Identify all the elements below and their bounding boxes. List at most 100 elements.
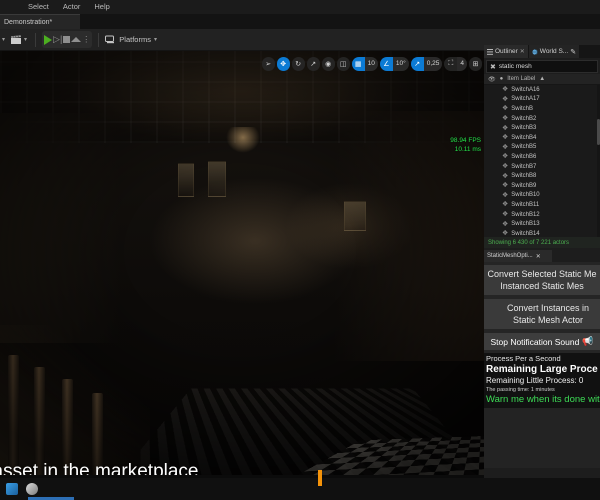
maximize-viewport-icon[interactable]: ⊞ xyxy=(469,56,482,71)
outliner-row[interactable]: ❖ SwitchB6 xyxy=(484,152,600,162)
editor-window: Select Actor Help Demonstration* ▾ ▾ ▷| xyxy=(0,0,600,500)
outliner-row-label: SwitchB xyxy=(511,105,533,112)
unreal-engine-icon[interactable] xyxy=(26,483,38,495)
stop-notification-label: Stop Notification Sound xyxy=(490,336,580,347)
menu-item-actor[interactable]: Actor xyxy=(63,0,81,14)
rotate-tool-icon[interactable]: ↻ xyxy=(291,56,305,71)
camera-speed-value[interactable]: 4 xyxy=(457,56,467,71)
outliner-row-label: SwitchB12 xyxy=(511,211,540,218)
level-viewport[interactable]: ➢ ✥ ↻ ↗ ◉ ◫ ▦ 10 ∠ 10° ↗ 0,25 ⛶ 4 ⊞ 98.9… xyxy=(0,51,484,475)
play-button[interactable] xyxy=(44,34,53,45)
outliner-row[interactable]: ❖ SwitchB xyxy=(484,104,600,114)
frametime-value: 10.11 ms xyxy=(454,146,481,153)
outliner-row[interactable]: ❖ SwitchB5 xyxy=(484,143,600,153)
static-mesh-icon: ❖ xyxy=(502,201,509,209)
outliner-row[interactable]: ❖ SwitchB7 xyxy=(484,162,600,172)
static-mesh-icon: ❖ xyxy=(502,211,509,219)
close-icon[interactable]: ✕ xyxy=(520,48,525,55)
tab-static-mesh-optimizer[interactable]: StaticMeshOpti... ✕ xyxy=(484,250,552,262)
move-tool-icon[interactable]: ✥ xyxy=(276,56,290,71)
static-mesh-panel-body: Convert Selected Static Me Instanced Sta… xyxy=(484,262,600,468)
static-mesh-icon: ❖ xyxy=(502,230,509,237)
menu-item-select[interactable]: Select xyxy=(28,0,49,14)
convert-to-instanced-button[interactable]: Convert Selected Static Me Instanced Sta… xyxy=(484,265,600,295)
scale-snap-icon[interactable]: ↗ xyxy=(410,56,424,71)
outliner-row-label: SwitchB5 xyxy=(511,144,537,151)
outliner-tree[interactable]: ❖ SwitchA16 ❖ SwitchA17 ❖ SwitchB ❖ SwitchB2 ❖ Sw… xyxy=(484,85,600,237)
angle-snap-value[interactable]: 10° xyxy=(392,56,409,71)
outliner-row[interactable]: ❖ SwitchB12 xyxy=(484,210,600,220)
tab-world-settings-label: World S... xyxy=(539,48,569,55)
outliner-column-header: 👁 ● Item Label ▲ xyxy=(484,74,600,85)
convert-to-actors-button[interactable]: Convert Instances in Static Mesh Actor xyxy=(484,299,600,329)
outliner-row-label: SwitchB4 xyxy=(511,134,537,141)
menu-bar: Select Actor Help xyxy=(0,0,600,14)
outliner-row-label: SwitchA17 xyxy=(511,96,540,103)
stop-notification-sound-button[interactable]: Stop Notification Sound 📢 xyxy=(484,333,600,350)
platform-icon xyxy=(105,35,115,44)
coordinate-system-icon[interactable]: ◉ xyxy=(321,56,335,71)
static-mesh-icon: ❖ xyxy=(502,124,509,132)
outliner-row[interactable]: ❖ SwitchB14 xyxy=(484,229,600,237)
sort-ascending-icon[interactable]: ▲ xyxy=(539,76,545,82)
play-options-button[interactable]: ⋮ xyxy=(82,35,90,44)
fps-value: 98.94 FPS xyxy=(450,137,481,144)
static-mesh-icon: ❖ xyxy=(502,115,509,123)
eye-icon[interactable]: 👁 xyxy=(488,76,496,83)
close-icon-static-mesh[interactable]: ✕ xyxy=(536,253,541,260)
outliner-row[interactable]: ❖ SwitchB13 xyxy=(484,219,600,229)
grid-snap-icon[interactable]: ▦ xyxy=(351,56,365,71)
surface-snap-icon[interactable]: ◫ xyxy=(336,56,350,71)
outliner-row-label: SwitchB2 xyxy=(511,115,537,122)
level-tab-label: Demonstration* xyxy=(4,18,53,26)
outliner-row[interactable]: ❖ SwitchB11 xyxy=(484,200,600,210)
tab-static-mesh-label: StaticMeshOpti... xyxy=(487,253,533,259)
panel-empty-area xyxy=(484,408,600,468)
tab-world-settings[interactable]: World S... ✎ xyxy=(528,45,581,58)
tab-outliner[interactable]: Outliner ✕ xyxy=(484,45,529,58)
scale-tool-icon[interactable]: ↗ xyxy=(306,56,320,71)
static-mesh-icon: ❖ xyxy=(502,105,509,113)
angle-snap-icon[interactable]: ∠ xyxy=(379,56,393,71)
search-input[interactable] xyxy=(498,63,591,70)
pin-icon[interactable]: ● xyxy=(500,76,504,82)
static-mesh-icon: ❖ xyxy=(502,153,509,161)
platforms-label: Platforms xyxy=(119,35,151,44)
static-mesh-icon: ❖ xyxy=(502,86,509,94)
platforms-button[interactable]: Platforms ▾ xyxy=(105,35,157,44)
grid-snap-value[interactable]: 10 xyxy=(364,56,378,71)
grid-snap-control[interactable]: ▦ 10 xyxy=(351,56,378,71)
scale-snap-value[interactable]: 0,25 xyxy=(423,56,443,71)
cinematics-button[interactable]: ▾ xyxy=(8,32,29,48)
angle-snap-control[interactable]: ∠ 10° xyxy=(379,56,409,71)
outliner-row[interactable]: ❖ SwitchB4 xyxy=(484,133,600,143)
camera-icon[interactable]: ⛶ xyxy=(444,56,458,71)
camera-speed-control[interactable]: ⛶ 4 xyxy=(444,56,467,71)
browser-icon[interactable] xyxy=(6,483,18,495)
pencil-icon[interactable]: ✎ xyxy=(570,48,576,56)
platforms-chevron-icon[interactable]: ▾ xyxy=(154,36,157,43)
outliner-row[interactable]: ❖ SwitchB9 xyxy=(484,181,600,191)
outliner-row[interactable]: ❖ SwitchA17 xyxy=(484,95,600,105)
outliner-row[interactable]: ❖ SwitchB2 xyxy=(484,114,600,124)
megaphone-icon: 📢 xyxy=(582,336,594,346)
outliner-icon xyxy=(487,48,493,55)
clear-search-icon[interactable]: ✖ xyxy=(490,63,496,71)
chevron-down-icon[interactable]: ▾ xyxy=(2,36,5,43)
cinematics-chevron-icon[interactable]: ▾ xyxy=(24,36,27,43)
menu-item-help[interactable]: Help xyxy=(94,0,109,14)
outliner-row[interactable]: ❖ SwitchB3 xyxy=(484,123,600,133)
outliner-row[interactable]: ❖ SwitchB10 xyxy=(484,191,600,201)
skip-button[interactable]: ▷| xyxy=(53,34,62,45)
outliner-row[interactable]: ❖ SwitchB8 xyxy=(484,171,600,181)
select-tool-icon[interactable]: ➢ xyxy=(261,56,275,71)
column-label-item-label[interactable]: Item Label xyxy=(507,76,535,82)
outliner-row[interactable]: ❖ SwitchA16 xyxy=(484,85,600,95)
static-mesh-icon: ❖ xyxy=(502,182,509,190)
outliner-search[interactable]: ✖ xyxy=(486,60,598,73)
outliner-row-label: SwitchB14 xyxy=(511,230,540,237)
eject-button[interactable] xyxy=(71,37,82,42)
stop-button[interactable] xyxy=(63,36,71,43)
scale-snap-control[interactable]: ↗ 0,25 xyxy=(410,56,443,71)
level-tab[interactable]: Demonstration* xyxy=(0,14,80,29)
